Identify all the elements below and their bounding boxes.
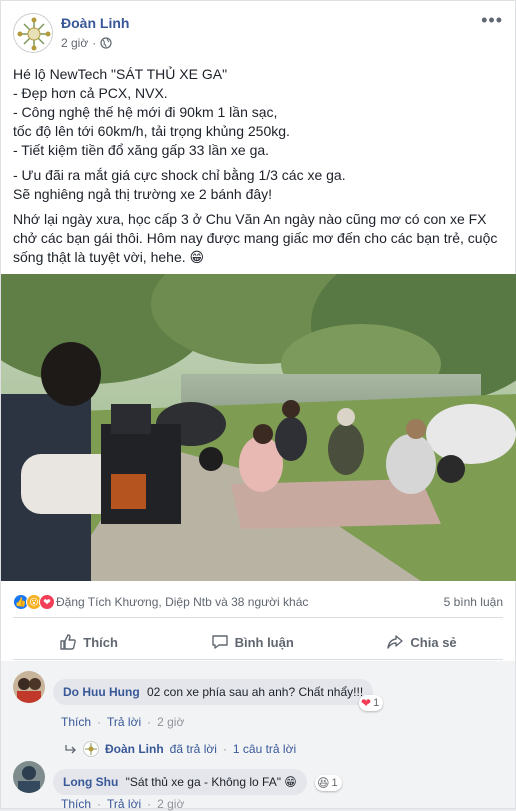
thumbs-up-icon bbox=[60, 634, 77, 650]
comment-time[interactable]: 2 giờ bbox=[157, 715, 184, 729]
reactions-summary: 👍 😮 ❤ Đặng Tích Khương, Diệp Ntb và 38 n… bbox=[13, 591, 503, 613]
divider bbox=[13, 659, 503, 660]
love-reaction-icon: ❤ bbox=[39, 594, 55, 610]
commenter-name[interactable]: Long Shu bbox=[63, 775, 118, 789]
reactions-people[interactable]: Đặng Tích Khương, Diệp Ntb và 38 người k… bbox=[56, 595, 308, 609]
more-options-icon[interactable]: ••• bbox=[481, 11, 503, 29]
share-label: Chia sẻ bbox=[410, 634, 457, 650]
commenter-name[interactable]: Do Huu Hung bbox=[63, 685, 140, 699]
post-actions: Thích Bình luận Chia sẻ bbox=[13, 625, 503, 659]
like-label: Thích bbox=[83, 634, 118, 650]
reaction-count: 1 bbox=[331, 777, 338, 789]
post-line: - Công nghệ thế hệ mới đi 90km 1 lần sạc… bbox=[13, 104, 278, 120]
reply-arrow-icon bbox=[65, 745, 76, 754]
comments-count[interactable]: 5 bình luận bbox=[444, 595, 503, 609]
post-header: Đoàn Linh 2 giờ · ••• bbox=[13, 11, 503, 55]
replies-link[interactable]: Đoàn Linh đã trả lời · 1 câu trả lời bbox=[65, 741, 296, 757]
reaction-count: 1 bbox=[373, 697, 380, 709]
like-button[interactable]: Thích bbox=[59, 633, 118, 651]
comment-label: Bình luận bbox=[234, 634, 294, 650]
photo-image bbox=[1, 274, 516, 581]
comment-icon bbox=[211, 635, 228, 649]
globe-icon bbox=[100, 37, 112, 49]
post-line: Sẽ nghiêng ngả thị trường xe 2 bánh đây! bbox=[13, 186, 273, 202]
haha-reaction-icon: 😆 bbox=[317, 776, 330, 790]
reaction-icons[interactable]: 👍 😮 ❤ bbox=[13, 594, 55, 610]
divider bbox=[13, 617, 503, 618]
post-time[interactable]: 2 giờ bbox=[61, 36, 88, 50]
reply-author: Đoàn Linh bbox=[105, 742, 164, 756]
reply-action: đã trả lời bbox=[169, 742, 217, 756]
comment-actions: Thích · Trả lời · 2 giờ bbox=[61, 715, 185, 729]
comments-section: Do Huu Hung 02 con xe phía sau ah anh? C… bbox=[1, 661, 515, 811]
post-paragraph: Nhớ lại ngày xưa, học cấp 3 ở Chu Văn An… bbox=[13, 211, 498, 265]
post-line: - Đẹp hơn cả PCX, NVX. bbox=[13, 85, 168, 101]
comment-bubble: Do Huu Hung 02 con xe phía sau ah anh? C… bbox=[53, 679, 374, 705]
author-avatar[interactable] bbox=[13, 13, 53, 53]
reply-count: 1 câu trả lời bbox=[232, 742, 297, 756]
share-button[interactable]: Chia sẻ bbox=[386, 633, 457, 651]
logo-icon bbox=[14, 14, 52, 52]
user-photo bbox=[13, 761, 45, 793]
post-author-name[interactable]: Đoàn Linh bbox=[61, 15, 129, 31]
post-meta: 2 giờ · bbox=[61, 36, 112, 50]
comment-text: "Sát thủ xe ga - Không lo FA" 😁 bbox=[125, 775, 297, 789]
comment-reaction-badge[interactable]: 😆 1 bbox=[315, 775, 342, 791]
post-line: - Tiết kiệm tiền đổ xăng gấp 33 lần xe g… bbox=[13, 142, 270, 158]
share-icon bbox=[387, 635, 404, 649]
post-body: Hé lộ NewTech "SÁT THỦ XE GA" - Đẹp hơn … bbox=[13, 65, 505, 267]
user-photo bbox=[13, 671, 45, 703]
post-photo[interactable] bbox=[1, 274, 516, 581]
comment-item: Long Shu "Sát thủ xe ga - Không lo FA" 😁… bbox=[13, 761, 503, 811]
comment-reply-link[interactable]: Trả lời bbox=[107, 715, 141, 729]
comment-text: 02 con xe phía sau ah anh? Chất nhẩy!!! bbox=[147, 685, 364, 699]
post-line: tốc độ lên tới 60km/h, tải trọng khủng 2… bbox=[13, 123, 290, 139]
love-reaction-icon: ❤ bbox=[361, 696, 372, 710]
comment-button[interactable]: Bình luận bbox=[211, 633, 294, 651]
comment-item: Do Huu Hung 02 con xe phía sau ah anh? C… bbox=[13, 671, 503, 771]
post-card: Đoàn Linh 2 giờ · ••• Hé lộ NewTech "SÁT… bbox=[0, 0, 516, 811]
avatar[interactable] bbox=[13, 761, 45, 793]
avatar[interactable] bbox=[13, 671, 45, 703]
post-line: Hé lộ NewTech "SÁT THỦ XE GA" bbox=[13, 66, 228, 82]
comment-like-link[interactable]: Thích bbox=[61, 715, 91, 729]
post-line: - Ưu đãi ra mắt giá cực shock chỉ bằng 1… bbox=[13, 167, 346, 183]
comment-reaction-badge[interactable]: ❤ 1 bbox=[359, 695, 384, 711]
comment-bubble: Long Shu "Sát thủ xe ga - Không lo FA" 😁 bbox=[53, 769, 307, 795]
logo-icon bbox=[83, 741, 99, 757]
